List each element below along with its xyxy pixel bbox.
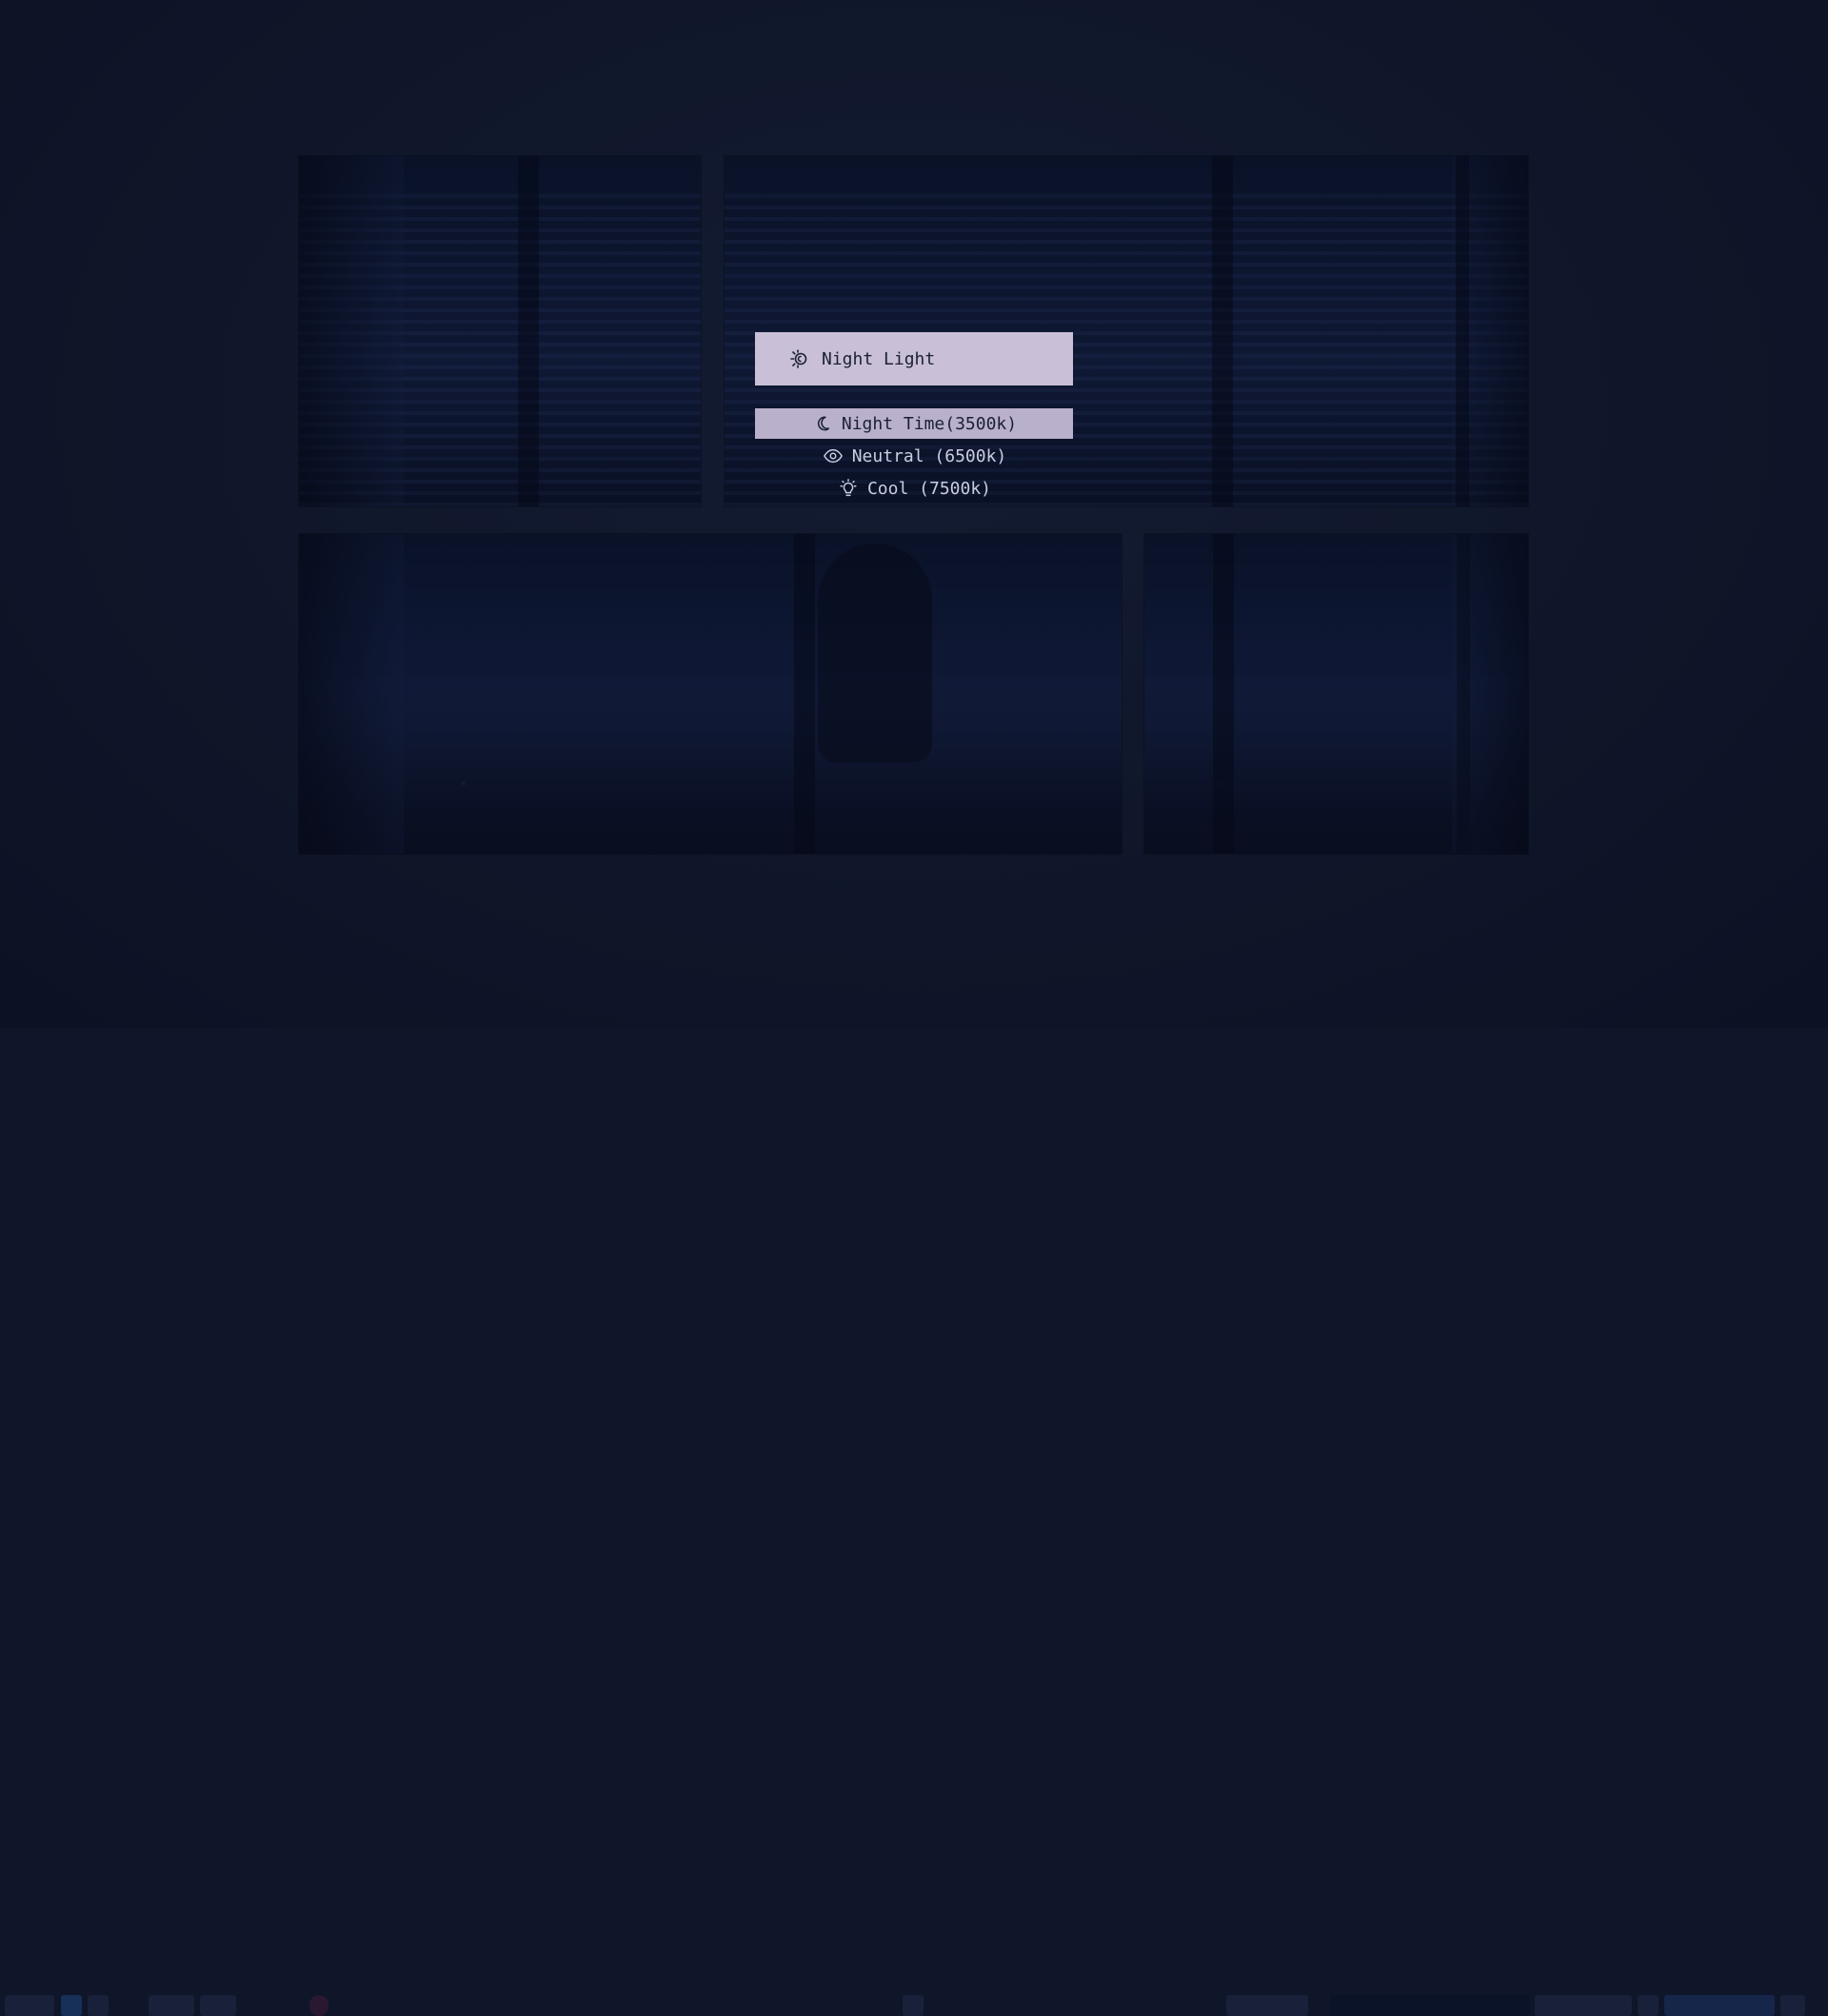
taskbar-app-icon[interactable] xyxy=(61,1995,82,2016)
taskbar-status-chip[interactable] xyxy=(1664,1995,1775,2016)
menu-title-label: Night Light xyxy=(822,348,936,369)
window-tile-bottom-left[interactable] xyxy=(299,534,1122,854)
option-label: Night Time(3500k) xyxy=(841,413,1018,434)
taskbar-workspace-pill[interactable] xyxy=(5,1995,54,2016)
taskbar-app-icon[interactable] xyxy=(200,1995,236,2016)
night-light-icon xyxy=(787,346,812,371)
taskbar-status-chip[interactable] xyxy=(1226,1995,1308,2016)
taskbar-app-icon[interactable] xyxy=(88,1995,109,2016)
eye-icon xyxy=(822,445,844,467)
taskbar-center-icon[interactable] xyxy=(903,1995,924,2016)
moon-icon xyxy=(811,412,834,435)
taskbar-app-icon[interactable] xyxy=(149,1995,194,2016)
night-light-menu-title: Night Light xyxy=(755,332,1073,385)
taskbar-status-chip[interactable] xyxy=(1638,1995,1659,2016)
option-label: Neutral (6500k) xyxy=(851,445,1007,466)
taskbar-status-chip[interactable] xyxy=(1780,1995,1805,2016)
person-silhouette xyxy=(818,544,932,762)
taskbar-status-chip[interactable] xyxy=(1535,1995,1632,2016)
option-cool[interactable]: Cool (7500k) xyxy=(755,473,1073,504)
taskbar-status-chip[interactable] xyxy=(1330,1995,1530,2016)
option-label: Cool (7500k) xyxy=(866,478,992,499)
taskbar-record-indicator[interactable] xyxy=(309,1995,328,2016)
bulb-icon xyxy=(837,477,860,500)
option-night-time[interactable]: Night Time(3500k) xyxy=(755,408,1073,439)
window-tile-top-left[interactable] xyxy=(299,156,701,506)
window-tile-bottom-right[interactable] xyxy=(1144,534,1528,854)
option-neutral[interactable]: Neutral (6500k) xyxy=(755,441,1073,471)
desktop-background: Night Light Night Time(3500k) Neutral (6… xyxy=(0,0,1828,2016)
taskbar xyxy=(0,994,1828,2016)
